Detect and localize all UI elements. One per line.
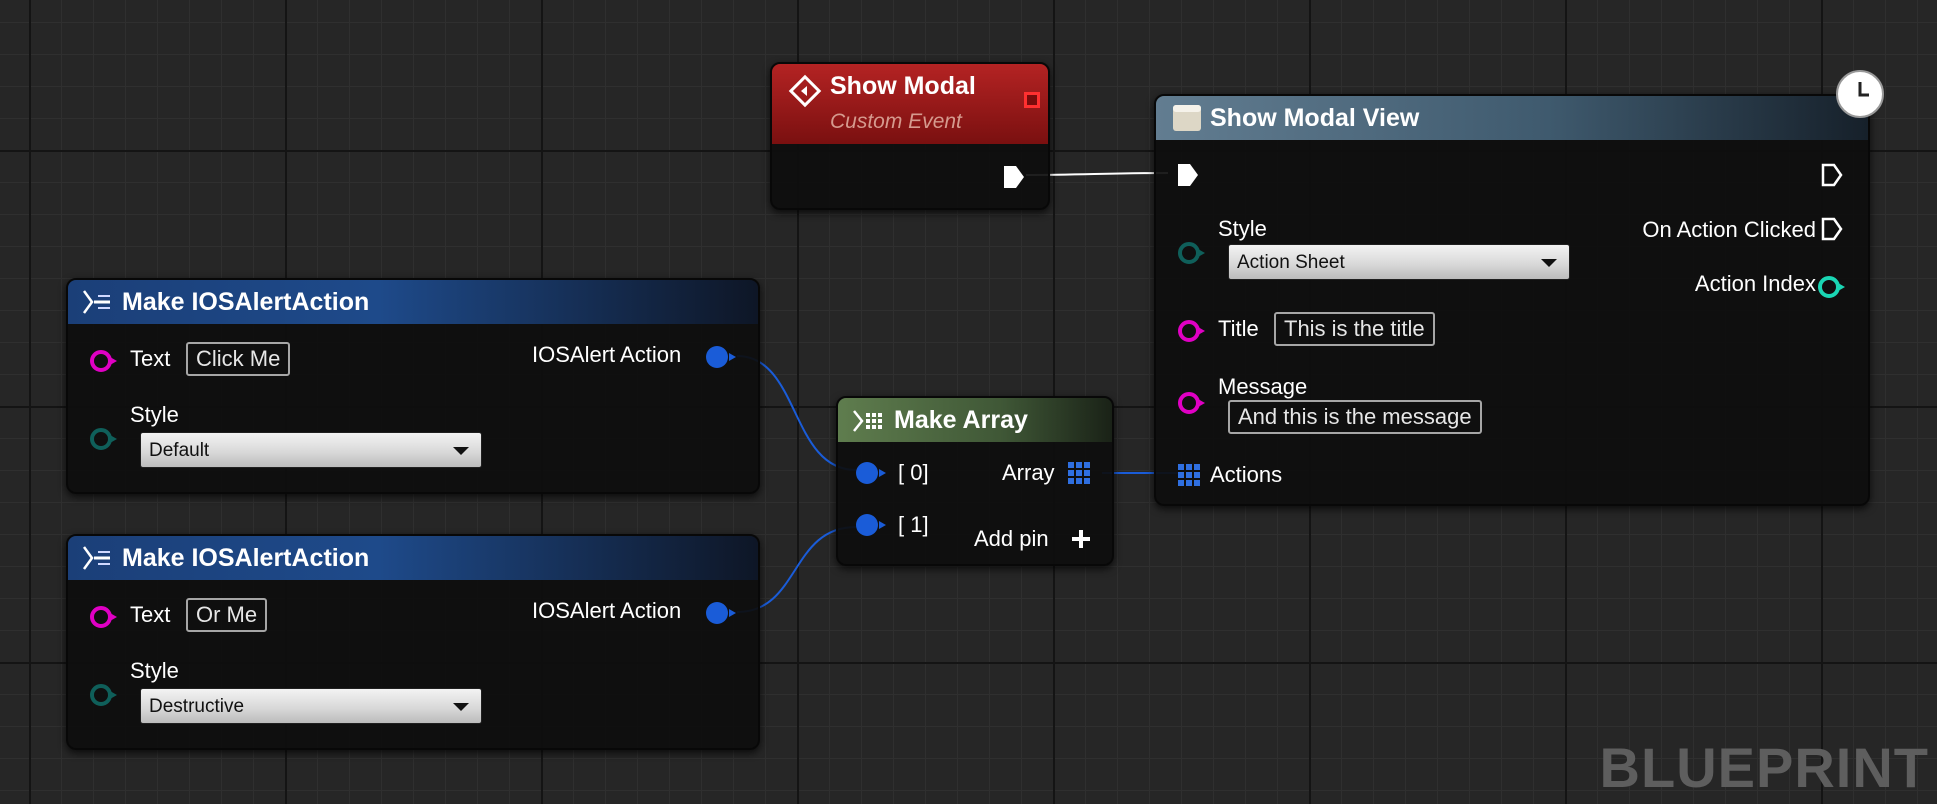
- show-modal-view-title: Show Modal View: [1210, 104, 1420, 132]
- title-label: Title: [1218, 316, 1259, 341]
- show-modal-view-header[interactable]: Show Modal View: [1156, 96, 1868, 140]
- alert-action-2-output-pin[interactable]: [706, 602, 736, 624]
- make-struct-icon: [82, 290, 110, 314]
- show-modal-subtitle: Custom Event: [830, 110, 962, 133]
- title-text-pin[interactable]: [1178, 320, 1205, 342]
- add-pin-button[interactable]: Add pin: [974, 526, 1049, 552]
- show-modal-event-node[interactable]: Show Modal Custom Event: [770, 62, 1050, 210]
- alert-action-2-text-input[interactable]: Or Me: [186, 598, 268, 632]
- actions-array-pin[interactable]: [1178, 464, 1200, 486]
- clock-icon: [1836, 70, 1884, 118]
- blueprint-watermark: BLUEPRINT: [1599, 736, 1929, 799]
- show-modal-view-node[interactable]: Show Modal View Style Action Sheet On Ac…: [1154, 70, 1884, 506]
- message-label: Message: [1218, 374, 1308, 399]
- action-index-pin[interactable]: [1818, 276, 1845, 298]
- message-input[interactable]: And this is the message: [1228, 400, 1482, 434]
- alert-action-1-text-input[interactable]: Click Me: [186, 342, 291, 376]
- alert-action-2-header[interactable]: Make IOSAlertAction: [68, 536, 758, 580]
- alert-action-1-title: Make IOSAlertAction: [122, 288, 370, 316]
- array-output-label: Array: [1002, 460, 1055, 485]
- alert-action-2-text-pin[interactable]: [90, 606, 117, 628]
- array-element-0-pin[interactable]: [856, 462, 886, 484]
- style-dropdown-value: Action Sheet: [1237, 252, 1345, 273]
- alert-action-1-style-value: Default: [149, 440, 210, 461]
- chevron-down-icon: [1541, 259, 1557, 267]
- make-array-node[interactable]: Make Array [ 0] Array [ 1] Add pin: [836, 396, 1114, 566]
- make-array-icon: [853, 410, 882, 432]
- alert-action-2-style-pin[interactable]: [90, 684, 117, 706]
- custom-event-diamond-icon: [788, 74, 822, 108]
- alert-action-1-output-label: IOSAlert Action: [532, 342, 682, 367]
- action-index-label: Action Index: [1694, 271, 1816, 296]
- on-action-clicked-label: On Action Clicked: [1642, 217, 1816, 242]
- chevron-down-icon: [453, 447, 469, 455]
- array-output-pin[interactable]: [1068, 462, 1090, 484]
- make-alert-action-node-1[interactable]: Make IOSAlertAction Text Click Me IOSAle…: [66, 278, 760, 494]
- actions-label: Actions: [1210, 462, 1283, 487]
- exec-then-pin[interactable]: [1820, 162, 1844, 188]
- alert-action-1-header[interactable]: Make IOSAlertAction: [68, 280, 758, 324]
- alert-action-1-text-pin[interactable]: [90, 350, 117, 372]
- alert-action-2-output-label: IOSAlert Action: [532, 598, 682, 623]
- show-modal-header[interactable]: Show Modal Custom Event: [772, 64, 1048, 144]
- alert-action-2-style-label: Style: [130, 658, 179, 683]
- make-alert-action-node-2[interactable]: Make IOSAlertAction Text Or Me IOSAlert …: [66, 534, 760, 750]
- array-element-1-label: [ 1]: [898, 512, 929, 537]
- style-label: Style: [1218, 216, 1267, 241]
- plus-icon[interactable]: [1070, 528, 1092, 550]
- array-element-1-pin[interactable]: [856, 514, 886, 536]
- make-array-header[interactable]: Make Array: [838, 398, 1112, 442]
- alert-action-1-style-label: Style: [130, 402, 179, 427]
- exec-out-pin[interactable]: [1002, 164, 1026, 190]
- alert-action-1-style-dropdown[interactable]: Default: [140, 432, 482, 468]
- alert-action-2-text-label: Text: [130, 602, 171, 627]
- alert-action-2-style-dropdown[interactable]: Destructive: [140, 688, 482, 724]
- make-array-title: Make Array: [894, 406, 1028, 434]
- array-element-0-label: [ 0]: [898, 460, 929, 485]
- on-action-clicked-exec-pin[interactable]: [1820, 216, 1844, 242]
- function-icon: [1173, 105, 1201, 131]
- make-struct-icon: [82, 546, 110, 570]
- style-enum-pin[interactable]: [1178, 242, 1205, 264]
- style-dropdown[interactable]: Action Sheet: [1228, 244, 1570, 280]
- alert-action-2-title: Make IOSAlertAction: [122, 544, 370, 572]
- alert-action-2-style-value: Destructive: [149, 696, 245, 717]
- delegate-pin-icon[interactable]: [1024, 92, 1040, 108]
- alert-action-1-output-pin[interactable]: [706, 346, 736, 368]
- title-input[interactable]: This is the title: [1274, 312, 1435, 346]
- show-modal-title: Show Modal: [830, 72, 976, 100]
- chevron-down-icon: [453, 703, 469, 711]
- message-text-pin[interactable]: [1178, 392, 1205, 414]
- alert-action-1-style-pin[interactable]: [90, 428, 117, 450]
- exec-in-pin[interactable]: [1176, 162, 1200, 188]
- alert-action-1-text-label: Text: [130, 346, 171, 371]
